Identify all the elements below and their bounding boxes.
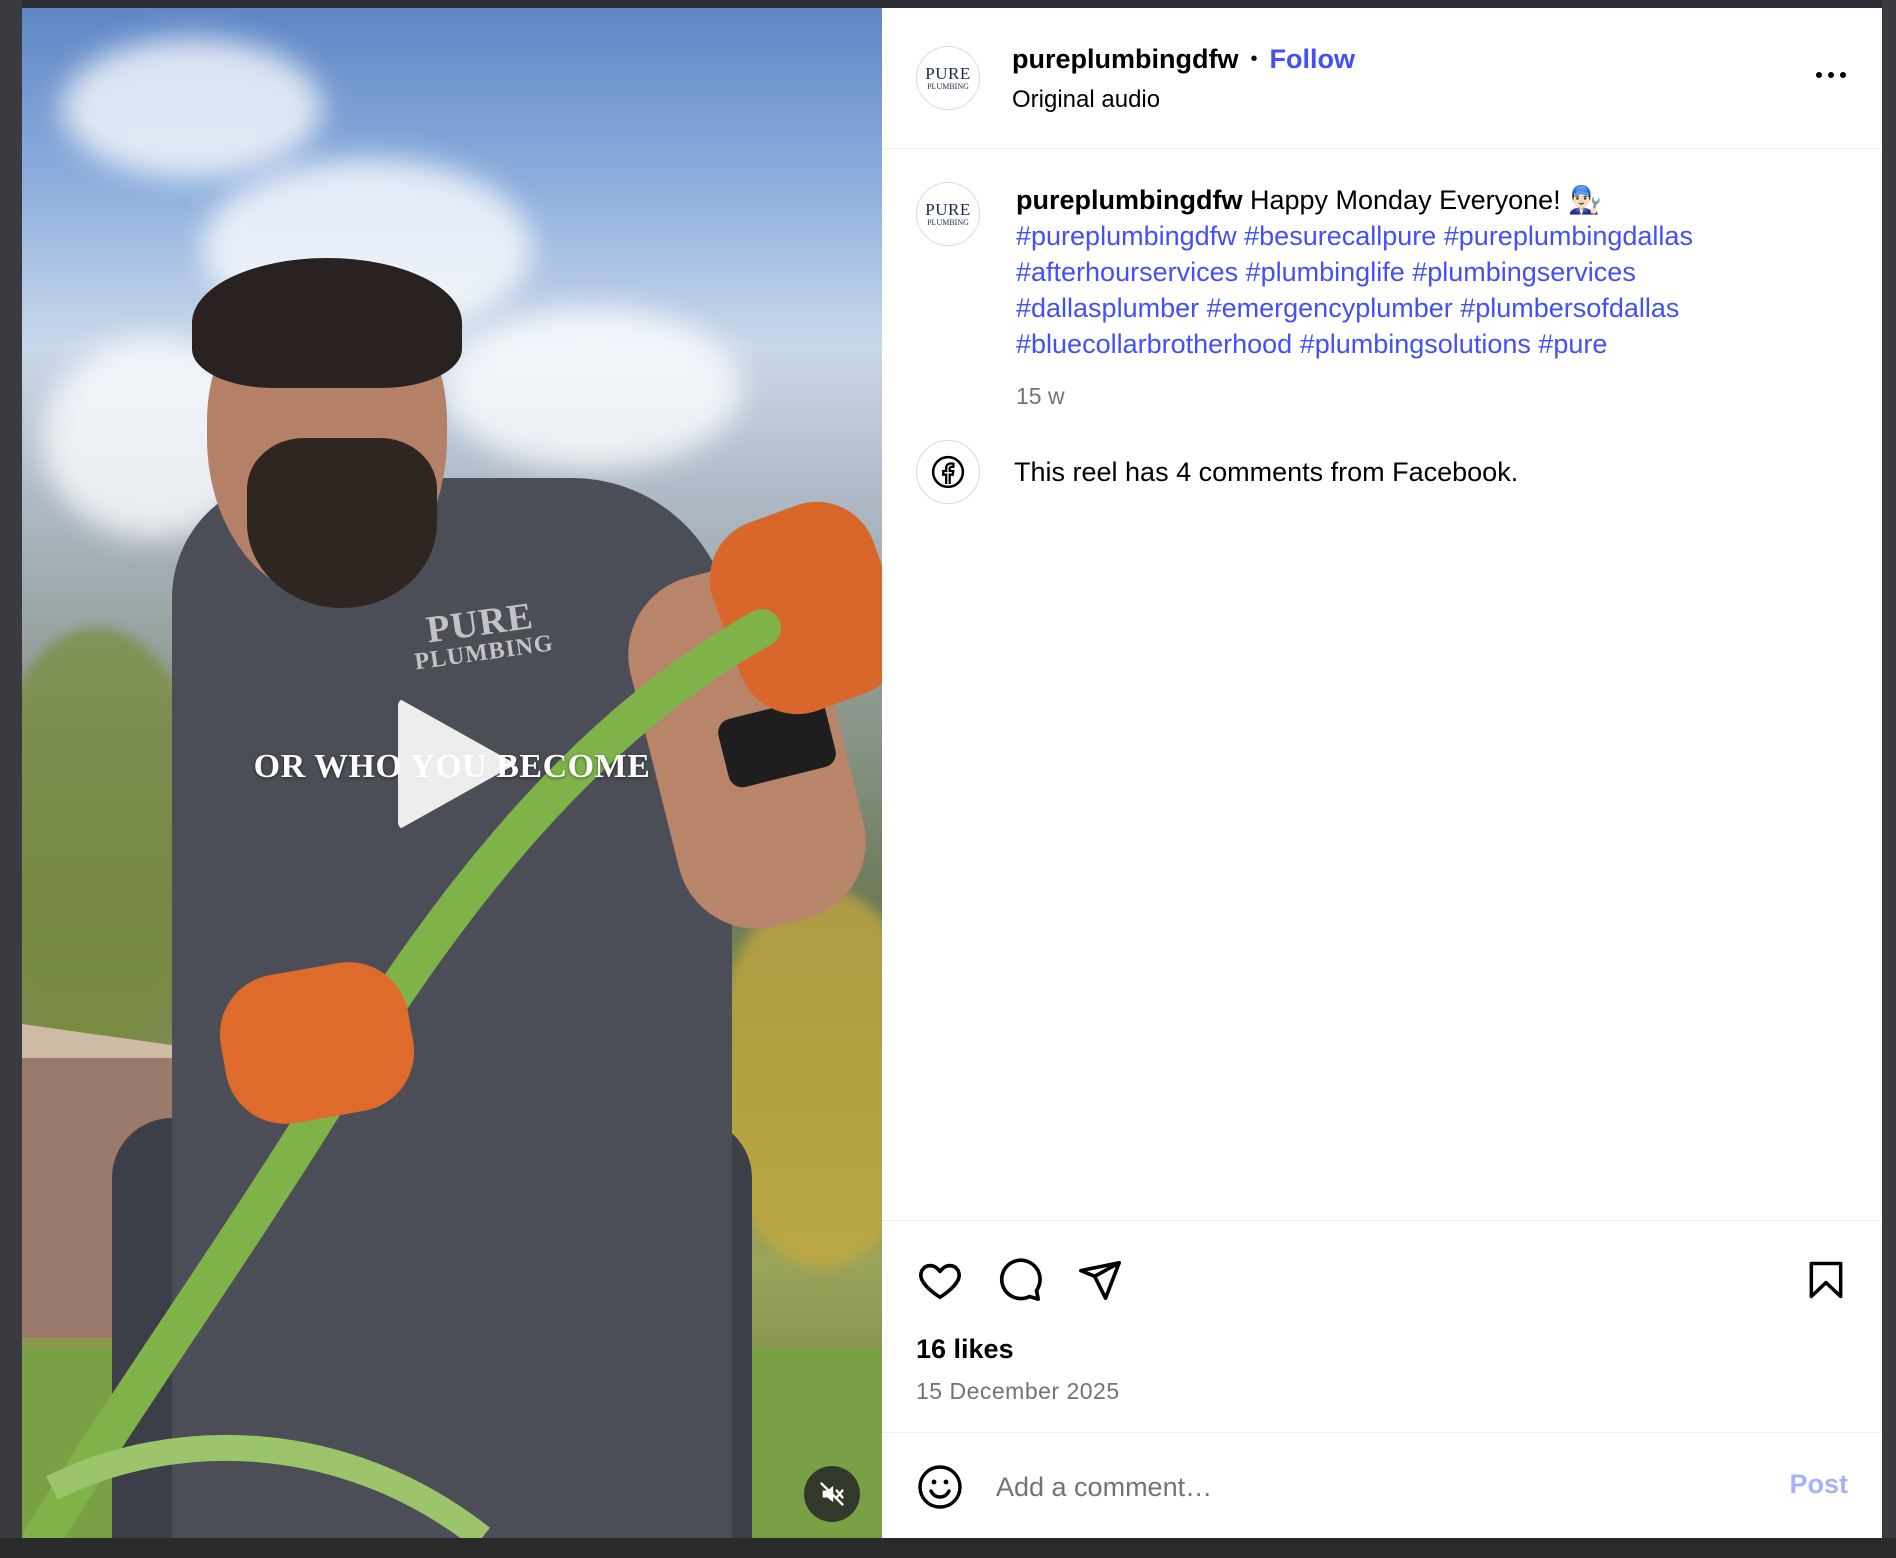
facebook-icon-wrapper [916,440,980,504]
dot [1816,72,1822,78]
caption-username[interactable]: pureplumbingdfw [1016,185,1242,215]
post-date: 15 December 2025 [916,1378,1120,1404]
post-modal: PURE PLUMBING OR WHO YOU BECOME PURE PLU… [22,8,1882,1538]
more-options-icon[interactable] [1816,72,1846,78]
post-side-panel: PURE PLUMBING pureplumbingdfw • Follow O… [882,8,1882,1538]
avatar-text: PLUMBING [927,81,969,91]
share-icon[interactable] [1076,1257,1124,1303]
avatar-text: PURE [925,63,971,83]
comment-bar: Post [882,1432,1882,1538]
background-tile [0,0,22,1558]
separator: • [1250,48,1258,70]
bookmark-icon[interactable] [1804,1257,1848,1303]
avatar-text: PLUMBING [927,217,969,227]
facebook-comments-row[interactable]: This reel has 4 comments from Facebook. [916,440,1518,504]
caption-text: Happy Monday Everyone! 👨🏻‍🔧 [1242,185,1602,215]
mute-button[interactable] [804,1466,860,1522]
post-time: 15 w [1016,383,1065,409]
dot [1840,72,1846,78]
muted-speaker-icon [820,1482,844,1506]
facebook-comments-text: This reel has 4 comments from Facebook. [1014,456,1519,487]
comment-icon[interactable] [996,1257,1044,1303]
avatar-text: PURE [925,199,971,219]
avatar[interactable]: PURE PLUMBING [916,182,980,246]
post-caption: pureplumbingdfw Happy Monday Everyone! 👨… [1016,182,1816,362]
post-comment-button[interactable]: Post [1789,1469,1848,1500]
post-header: PURE PLUMBING pureplumbingdfw • Follow O… [882,8,1882,149]
avatar[interactable]: PURE PLUMBING [916,46,980,110]
facebook-icon [931,455,965,489]
background-tile [0,1538,1896,1558]
action-bar [882,1220,1882,1331]
background-tile [1882,0,1896,1558]
emoji-icon[interactable] [916,1463,964,1511]
comment-input[interactable] [994,1463,1738,1511]
dot [1828,72,1834,78]
play-icon[interactable] [398,698,516,830]
heart-icon[interactable] [916,1257,964,1303]
header-title-row: pureplumbingdfw • Follow [1012,44,1355,75]
caption-hashtags[interactable]: #pureplumbingdfw #besurecallpure #purepl… [1016,221,1693,359]
reel-video[interactable]: PURE PLUMBING OR WHO YOU BECOME [22,8,882,1538]
follow-button[interactable]: Follow [1269,44,1354,75]
likes-count[interactable]: 16 likes [916,1334,1014,1365]
audio-link[interactable]: Original audio [1012,86,1160,114]
username-link[interactable]: pureplumbingdfw [1012,44,1238,75]
